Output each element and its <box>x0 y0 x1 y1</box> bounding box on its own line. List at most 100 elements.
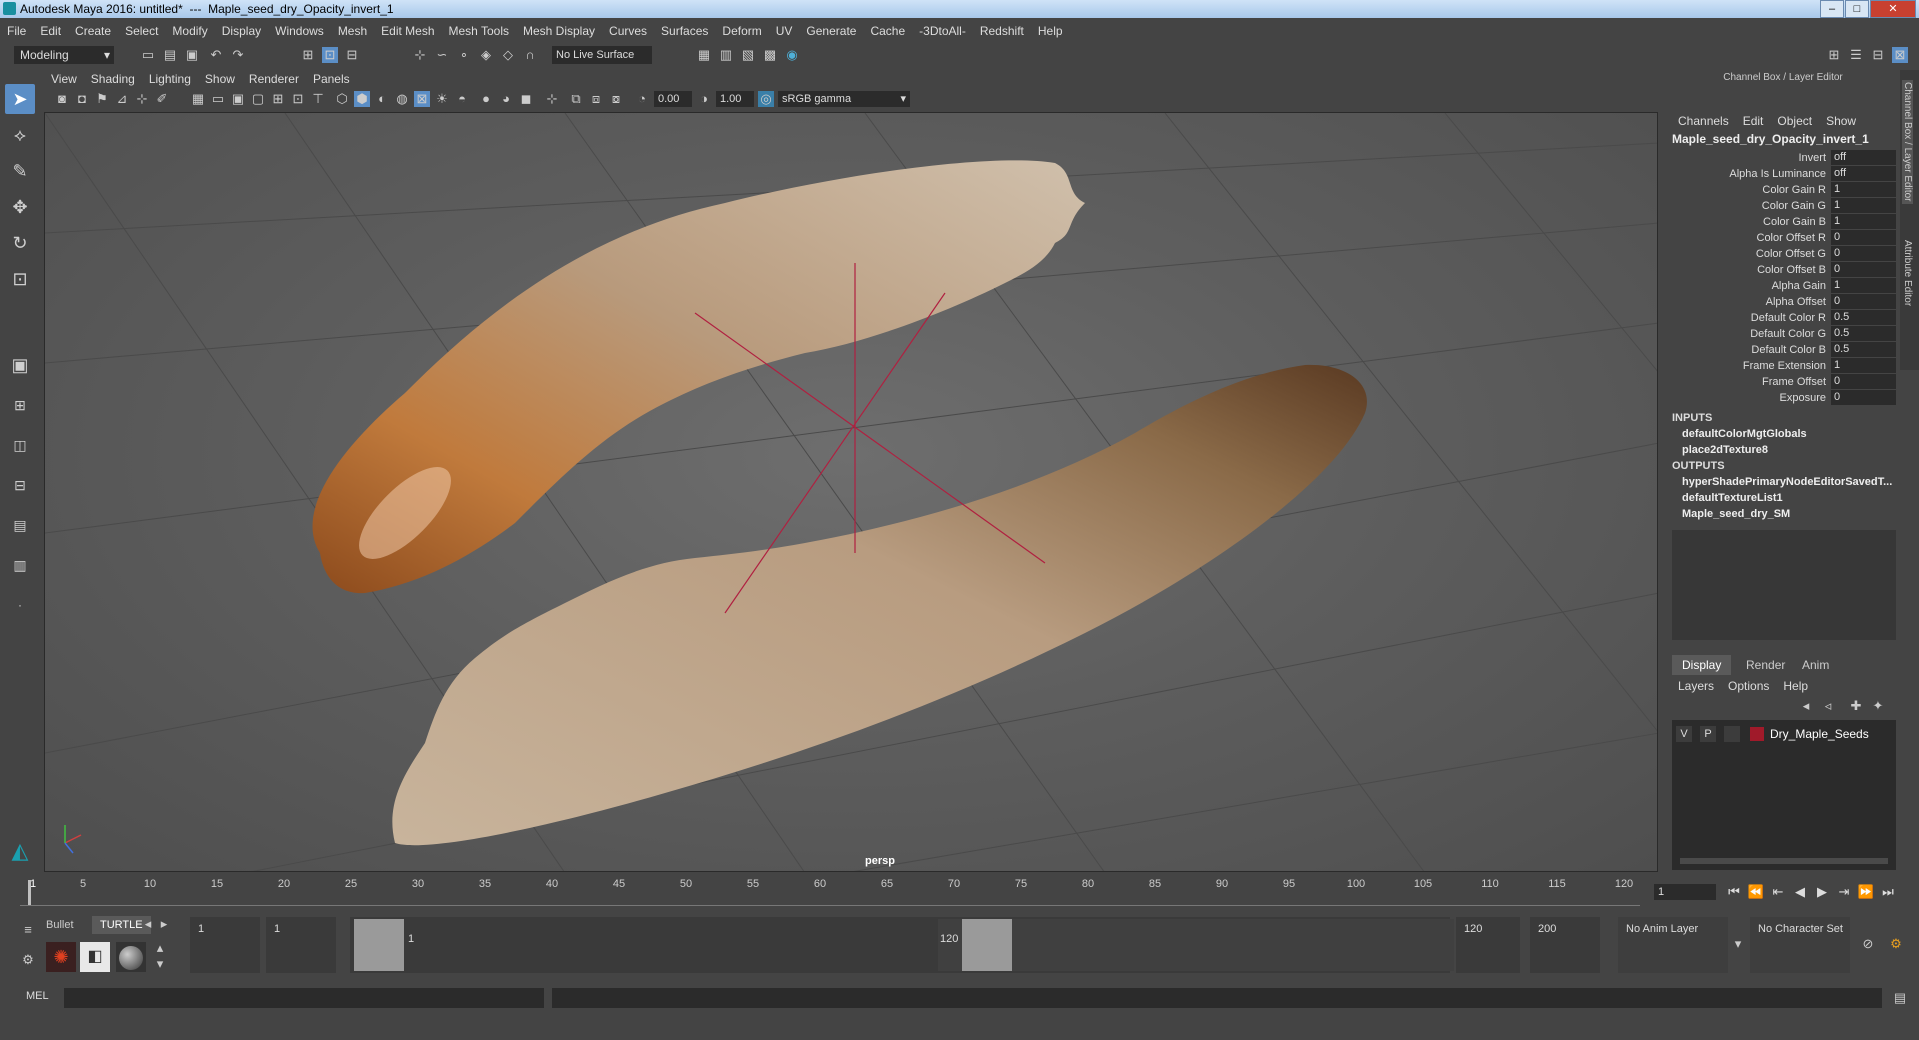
layer-playback-toggle[interactable]: P <box>1700 726 1716 742</box>
play-backward-icon[interactable]: ◀ <box>1790 882 1810 902</box>
attr-row[interactable]: Color Gain R1 <box>1668 182 1896 198</box>
exposure-field[interactable]: 0.00 <box>654 91 692 107</box>
selected-node-name[interactable]: Maple_seed_dry_Opacity_invert_1 <box>1672 132 1869 146</box>
channel-box-toggle-icon[interactable]: ⊠ <box>1892 47 1908 63</box>
attr-row[interactable]: Color Offset B0 <box>1668 262 1896 278</box>
move-tool-icon[interactable]: ✥ <box>5 192 35 222</box>
playback-end-field[interactable]: 120 <box>1456 917 1520 973</box>
ipr-render-icon[interactable]: ▧ <box>740 47 756 63</box>
save-scene-icon[interactable]: ▣ <box>184 47 200 63</box>
menu-3dtoall[interactable]: -3DtoAll- <box>912 20 973 42</box>
use-all-lights-icon[interactable]: ☀ <box>434 91 450 107</box>
attr-value[interactable]: 0 <box>1831 374 1896 389</box>
render-view-icon[interactable]: ▦ <box>696 47 712 63</box>
attr-value[interactable]: 1 <box>1831 278 1896 293</box>
go-to-start-icon[interactable]: ⏮ <box>1724 882 1744 902</box>
textured-icon[interactable]: ⊠ <box>414 91 430 107</box>
turtle-sphere-icon[interactable] <box>116 942 146 972</box>
grid-toggle-icon[interactable]: ▦ <box>190 91 206 107</box>
close-button[interactable]: ✕ <box>1870 0 1916 18</box>
layer-row-dry-maple-seeds[interactable]: V P Dry_Maple_Seeds <box>1676 726 1892 742</box>
redo-icon[interactable]: ↷ <box>230 47 246 63</box>
shelf-menu-icon[interactable]: ≡ <box>20 922 36 938</box>
attr-row[interactable]: Color Gain B1 <box>1668 214 1896 230</box>
range-end-handle[interactable] <box>962 919 1012 971</box>
resolution-gate-icon[interactable]: ▣ <box>230 91 246 107</box>
animation-start-field[interactable]: 1 <box>190 917 260 973</box>
new-layer-selected-icon[interactable]: ✚ <box>1848 698 1864 714</box>
character-set-dropdown[interactable]: No Character Set <box>1750 917 1850 973</box>
select-tool-icon[interactable]: ➤ <box>5 84 35 114</box>
script-editor-icon[interactable]: ▤ <box>1892 990 1908 1006</box>
attr-value[interactable]: off <box>1831 166 1896 181</box>
menu-deform[interactable]: Deform <box>715 20 768 42</box>
camera-lock-icon[interactable]: ◘ <box>74 91 90 107</box>
layer-display-type-toggle[interactable] <box>1724 726 1740 742</box>
maximize-button[interactable]: □ <box>1845 0 1869 18</box>
anti-aliasing-icon[interactable]: ◼ <box>518 91 534 107</box>
snap-surface-icon[interactable]: ◇ <box>500 47 516 63</box>
menu-windows[interactable]: Windows <box>268 20 331 42</box>
step-back-key-icon[interactable]: ⇤ <box>1768 882 1788 902</box>
layout-hypershade-icon[interactable]: ▥ <box>5 550 35 580</box>
shelf-prev-icon[interactable]: ◂ <box>140 916 156 932</box>
scale-tool-icon[interactable]: ⊡ <box>5 264 35 294</box>
output-node[interactable]: defaultTextureList1 <box>1682 492 1894 504</box>
input-node[interactable]: place2dTexture8 <box>1682 444 1894 456</box>
menu-mesh-display[interactable]: Mesh Display <box>516 20 602 42</box>
command-input[interactable] <box>64 988 544 1008</box>
shelf-scroll-up-icon[interactable]: ▴ <box>152 940 168 956</box>
cb-menu-edit[interactable]: Edit <box>1737 112 1772 130</box>
snap-grid-icon[interactable]: ⊹ <box>412 47 428 63</box>
render-frame-icon[interactable]: ▥ <box>718 47 734 63</box>
layer-color-swatch[interactable] <box>1750 727 1764 741</box>
range-slider-track[interactable]: 1 120 <box>350 917 1454 973</box>
layer-menu-layers[interactable]: Layers <box>1672 677 1722 695</box>
auto-key-icon[interactable]: ⊘ <box>1860 936 1876 952</box>
grease-pencil-icon[interactable]: ✐ <box>154 91 170 107</box>
bookmark-icon[interactable]: ⚑ <box>94 91 110 107</box>
menu-display[interactable]: Display <box>215 20 268 42</box>
attr-value[interactable]: 1 <box>1831 198 1896 213</box>
attr-row[interactable]: Exposure 0 <box>1668 390 1896 406</box>
attr-row[interactable]: Color Offset R0 <box>1668 230 1896 246</box>
paint-select-tool-icon[interactable]: ✎ <box>5 156 35 186</box>
menu-select[interactable]: Select <box>118 20 165 42</box>
attr-row[interactable]: Alpha Is Luminance off <box>1668 166 1896 182</box>
wireframe-on-shaded-icon[interactable]: ◐ <box>374 91 390 107</box>
exposure-reset-icon[interactable]: ◔ <box>634 91 650 107</box>
snap-magnet-icon[interactable]: ∩ <box>522 47 538 63</box>
attribute-editor-toggle-icon[interactable]: ☰ <box>1848 47 1864 63</box>
safe-title-icon[interactable]: ⊤ <box>310 91 326 107</box>
camera-select-icon[interactable]: ◙ <box>54 91 70 107</box>
playback-start-field[interactable]: 1 <box>266 917 336 973</box>
animation-prefs-icon[interactable]: ⚙ <box>1888 936 1904 952</box>
attr-row[interactable]: Color Offset G0 <box>1668 246 1896 262</box>
xray-joints-icon[interactable]: ⧈ <box>588 91 604 107</box>
output-node[interactable]: Maple_seed_dry_SM <box>1682 508 1894 520</box>
step-forward-key-icon[interactable]: ⇥ <box>1834 882 1854 902</box>
menu-create[interactable]: Create <box>68 20 118 42</box>
cb-menu-show[interactable]: Show <box>1820 112 1864 130</box>
motion-blur-icon[interactable]: ◕ <box>498 91 514 107</box>
attr-row[interactable]: Default Color R 0.5 <box>1668 310 1896 326</box>
xray-icon[interactable]: ⧉ <box>568 91 584 107</box>
range-start-handle[interactable] <box>354 919 404 971</box>
safe-action-icon[interactable]: ⊡ <box>290 91 306 107</box>
xray-components-icon[interactable]: ⧇ <box>608 91 624 107</box>
hypershade-icon[interactable]: ◉ <box>784 47 800 63</box>
layer-list-scrollbar[interactable] <box>1680 858 1888 864</box>
attr-value[interactable]: 1 <box>1831 358 1896 373</box>
attr-value[interactable]: 0.5 <box>1831 342 1896 357</box>
menu-curves[interactable]: Curves <box>602 20 654 42</box>
menu-generate[interactable]: Generate <box>799 20 863 42</box>
layer-name[interactable]: Dry_Maple_Seeds <box>1770 726 1869 742</box>
attr-value[interactable]: off <box>1831 150 1896 165</box>
snap-curve-icon[interactable]: ∽ <box>434 47 450 63</box>
anim-layer-dropdown-arrow-icon[interactable]: ▾ <box>1730 936 1746 952</box>
menu-edit[interactable]: Edit <box>33 20 68 42</box>
side-tab-channel-box[interactable]: Channel Box / Layer Editor <box>1902 80 1913 204</box>
current-frame-field[interactable]: 1 <box>1654 884 1716 900</box>
snap-point-icon[interactable]: ∘ <box>456 47 472 63</box>
color-management-icon[interactable]: ◎ <box>758 91 774 107</box>
